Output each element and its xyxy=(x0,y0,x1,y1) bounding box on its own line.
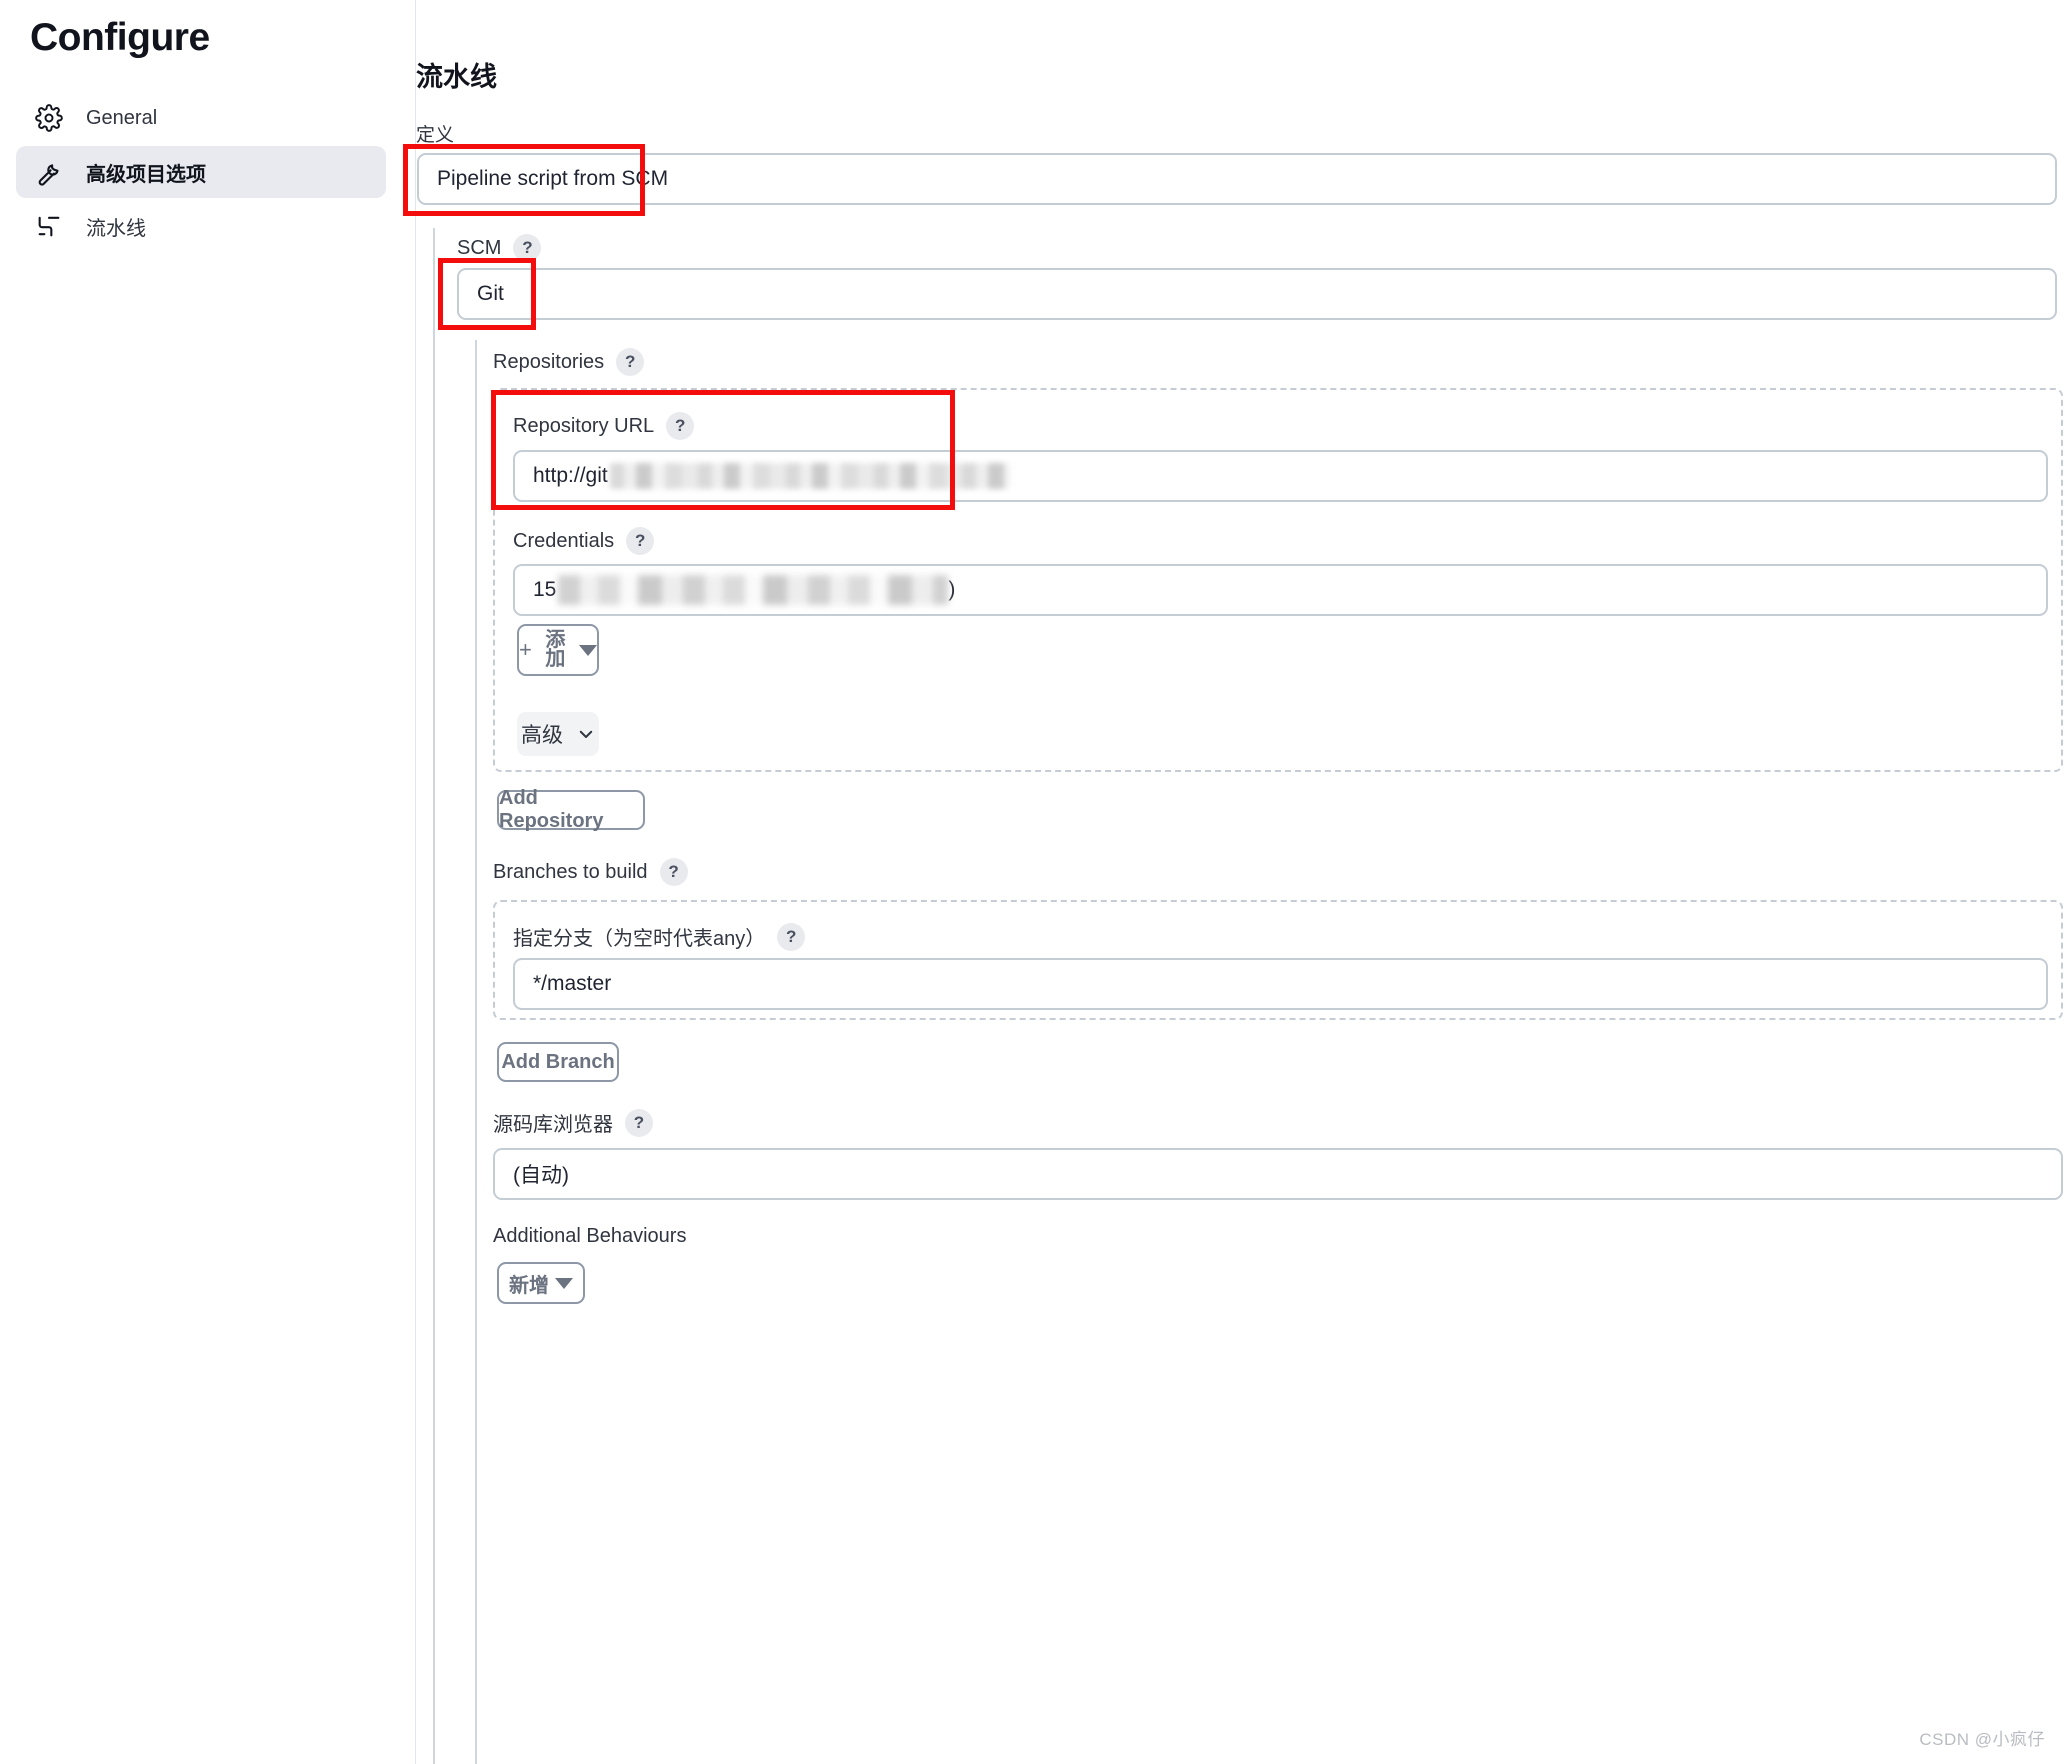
main-content: 流水线 定义 Pipeline script from SCM SCM ? Gi… xyxy=(415,0,2065,1764)
page-title: Configure xyxy=(30,16,210,59)
pipeline-icon xyxy=(34,211,64,241)
help-icon[interactable]: ? xyxy=(666,412,695,440)
gear-icon xyxy=(34,103,64,133)
credentials-select[interactable]: 15) xyxy=(513,564,2048,616)
sidebar-item-pipeline[interactable]: 流水线 xyxy=(16,200,386,252)
branches-label: Branches to build xyxy=(493,860,648,883)
additional-behaviours-text: Additional Behaviours xyxy=(493,1225,687,1247)
credentials-label-group: Credentials ? xyxy=(513,527,655,555)
help-icon[interactable]: ? xyxy=(777,922,806,951)
add-repository-button[interactable]: Add Repository xyxy=(497,787,645,832)
advanced-toggle-button[interactable]: 高级 xyxy=(517,712,599,756)
advanced-label: 高级 xyxy=(521,724,563,747)
additional-behaviours-label: Additional Behaviours xyxy=(493,1225,686,1248)
sidebar-item-label: 流水线 xyxy=(86,217,146,240)
definition-select[interactable]: Pipeline script from SCM xyxy=(417,153,2057,205)
repositories-rail xyxy=(475,340,477,1764)
repository-browser-select[interactable]: (自动) xyxy=(493,1148,2063,1200)
sidebar: Configure General 高级项目选项 流水线 xyxy=(0,0,415,1764)
credentials-value-prefix: 15 xyxy=(533,578,557,601)
sidebar-item-label: General xyxy=(86,106,158,129)
help-icon[interactable]: ? xyxy=(626,527,655,555)
redacted-credentials xyxy=(558,575,949,605)
add-branch-label: Add Branch xyxy=(501,1050,615,1073)
configure-page: Configure General 高级项目选项 流水线 流水线 定义 Pipe… xyxy=(0,0,2065,1764)
add-branch-button[interactable]: Add Branch xyxy=(497,1042,619,1082)
sidebar-nav: General 高级项目选项 流水线 xyxy=(16,92,386,254)
repository-browser-label-group: 源码库浏览器 ? xyxy=(493,1108,653,1137)
branch-specifier-value: */master xyxy=(513,958,2048,1010)
scm-label: SCM xyxy=(457,236,502,259)
redacted-repository-url xyxy=(609,463,1010,489)
add-credential-label: 添加 xyxy=(545,629,566,670)
branch-specifier-label: 指定分支（为空时代表any） xyxy=(513,928,766,950)
branch-specifier-input[interactable]: */master xyxy=(513,958,2048,1010)
help-icon[interactable]: ? xyxy=(513,234,542,262)
repository-url-label: Repository URL xyxy=(513,414,655,437)
branches-label-group: Branches to build ? xyxy=(493,858,688,886)
content-divider xyxy=(415,0,416,1764)
credentials-label: Credentials xyxy=(513,529,615,552)
definition-label: 定义 xyxy=(416,125,455,146)
repository-url-input[interactable]: http://git xyxy=(513,450,2048,502)
wrench-icon xyxy=(34,157,64,187)
repository-url-value-prefix: http://git xyxy=(533,464,608,487)
help-icon[interactable]: ? xyxy=(616,348,645,376)
scm-select[interactable]: Git xyxy=(457,268,2057,320)
sidebar-item-label: 高级项目选项 xyxy=(86,163,206,186)
plus-icon: + xyxy=(519,637,532,662)
repository-browser-value: (自动) xyxy=(493,1148,2063,1200)
scm-select-value: Git xyxy=(457,268,2057,320)
pipeline-section-title: 流水线 xyxy=(416,62,497,92)
repositories-label: Repositories xyxy=(493,350,605,373)
add-repository-label: Add Repository xyxy=(499,787,604,832)
definition-select-value: Pipeline script from SCM xyxy=(417,153,2057,205)
repository-browser-label: 源码库浏览器 xyxy=(493,1114,613,1136)
scm-label-group: SCM ? xyxy=(457,234,542,262)
scm-rail xyxy=(433,228,435,1764)
caret-down-icon xyxy=(555,1277,573,1289)
help-icon[interactable]: ? xyxy=(659,858,688,886)
caret-down-icon xyxy=(579,644,597,656)
add-behaviour-label: 新增 xyxy=(509,1274,549,1297)
add-credential-button[interactable]: + 添加 xyxy=(517,624,599,676)
sidebar-item-general[interactable]: General xyxy=(16,92,386,144)
credentials-value-suffix: ) xyxy=(948,578,956,601)
add-behaviour-button[interactable]: 新增 xyxy=(497,1262,585,1304)
sidebar-item-advanced-options[interactable]: 高级项目选项 xyxy=(16,146,386,198)
branch-specifier-label-group: 指定分支（为空时代表any） ? xyxy=(513,922,806,951)
watermark: CSDN @小疯仔 xyxy=(1919,1730,2045,1749)
help-icon[interactable]: ? xyxy=(625,1108,653,1137)
repositories-label-group: Repositories ? xyxy=(493,348,645,376)
repository-url-label-group: Repository URL ? xyxy=(513,412,695,440)
chevron-down-icon xyxy=(577,725,595,743)
